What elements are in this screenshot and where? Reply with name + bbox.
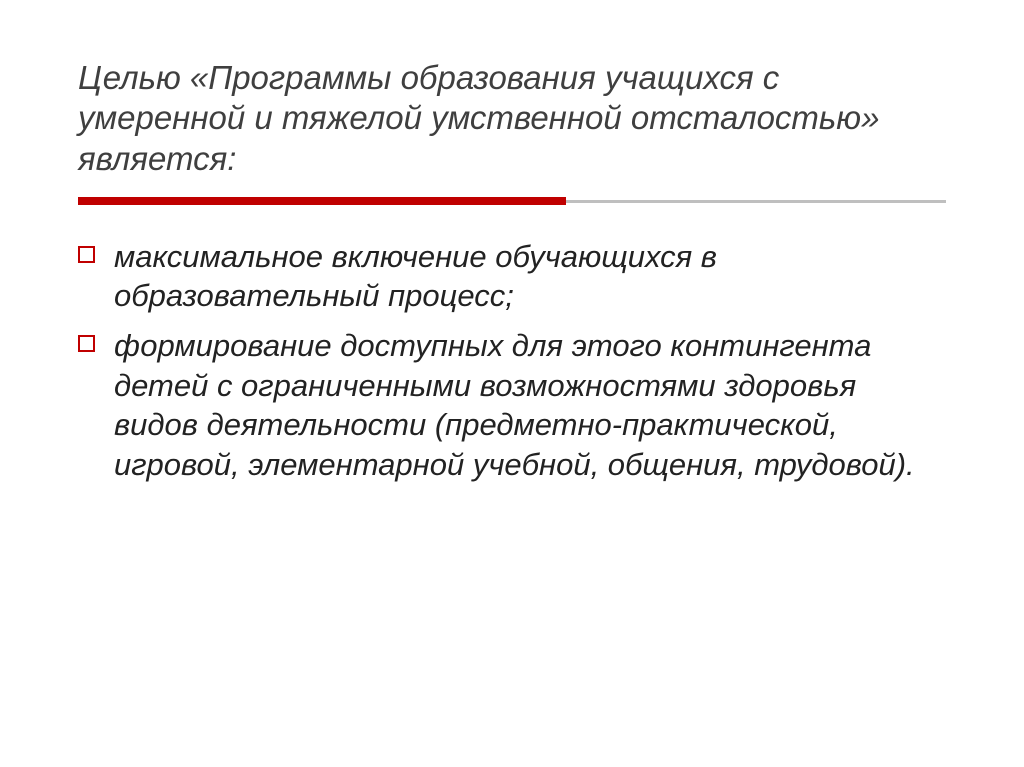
slide: Целью «Программы образования учащихся с … — [0, 0, 1024, 767]
list-item-text: формирование доступных для этого континг… — [114, 328, 915, 482]
list-item-text: максимальное включение обучающихся в обр… — [114, 239, 717, 314]
rule-red-line — [78, 197, 566, 205]
square-bullet-icon — [78, 335, 95, 352]
bullet-list: максимальное включение обучающихся в обр… — [78, 237, 946, 485]
title-rule — [78, 197, 946, 205]
square-bullet-icon — [78, 246, 95, 263]
list-item: формирование доступных для этого континг… — [114, 326, 946, 485]
list-item: максимальное включение обучающихся в обр… — [114, 237, 946, 316]
slide-title: Целью «Программы образования учащихся с … — [78, 58, 946, 179]
